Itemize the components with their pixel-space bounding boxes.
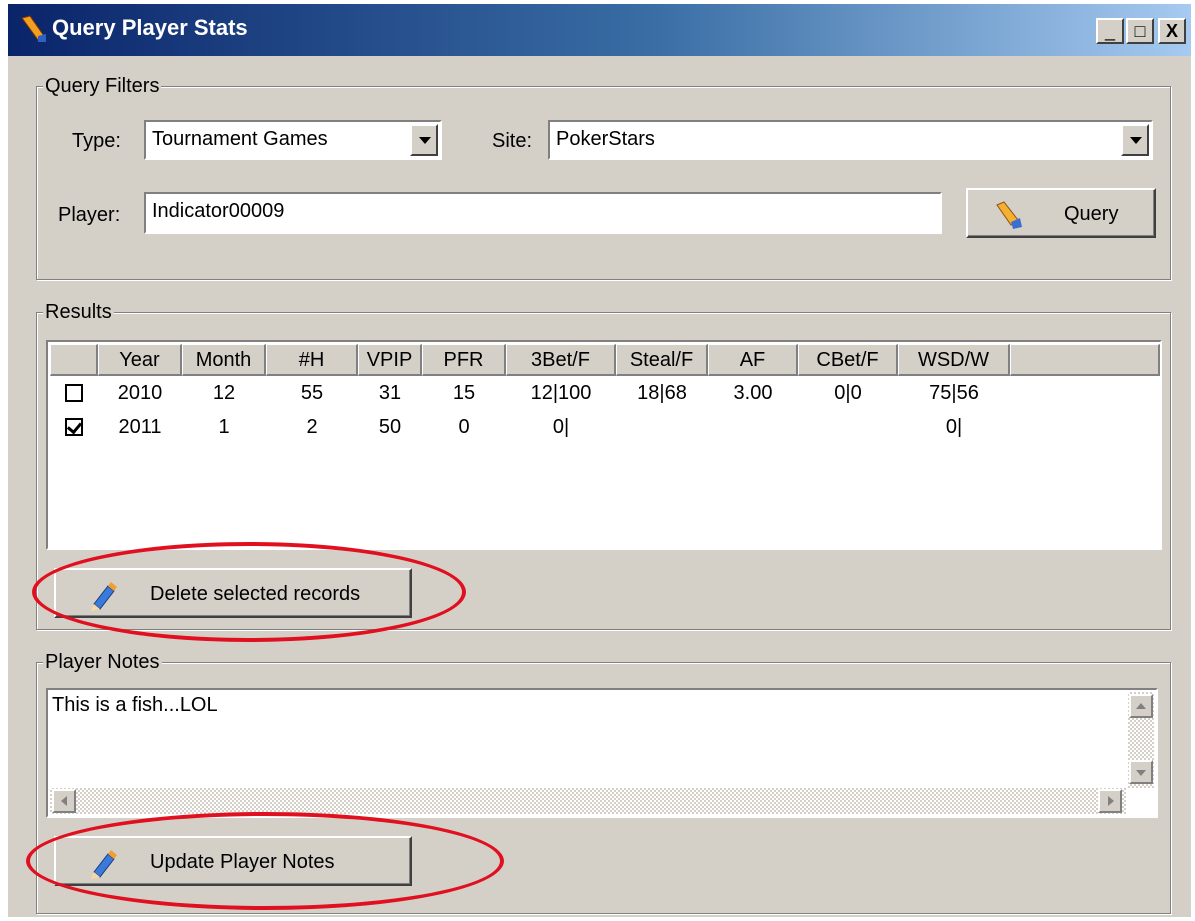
cell-wsd: 0| [945, 416, 963, 438]
results-list[interactable]: Year Month #H VPIP PFR 3Bet/F Steal/F AF… [46, 340, 1162, 550]
results-legend: Results [43, 301, 114, 324]
horizontal-scrollbar[interactable] [50, 788, 1126, 814]
cell-3bet: 12|100 [530, 382, 592, 404]
type-label: Type: [72, 130, 121, 152]
cell-month: 12 [212, 382, 236, 404]
cell-3bet: 0| [552, 416, 570, 438]
player-notes-textarea[interactable]: This is a fish...LOL [46, 688, 1158, 818]
minimize-button[interactable]: _ [1096, 18, 1124, 44]
column-header-cbet[interactable]: CBet/F [798, 344, 898, 376]
flashlight-icon [21, 15, 46, 42]
maximize-button[interactable]: □ [1126, 18, 1154, 44]
column-header-select[interactable] [50, 344, 98, 376]
annotation-ellipse-delete [32, 542, 466, 642]
column-header-af[interactable]: AF [708, 344, 798, 376]
table-row[interactable]: 2010 12 55 31 15 12|100 18|68 3.00 0|0 7… [50, 380, 1158, 408]
cell-af: 3.00 [733, 382, 773, 404]
cell-pfr: 15 [452, 382, 476, 404]
column-header-wsd[interactable]: WSD/W [898, 344, 1010, 376]
player-notes-text: This is a fish...LOL [52, 694, 218, 716]
site-select-value: PokerStars [556, 128, 655, 150]
type-select-value: Tournament Games [152, 128, 328, 150]
site-dropdown-button[interactable] [1121, 124, 1149, 156]
type-dropdown-button[interactable] [410, 124, 438, 156]
player-input-value: Indicator00009 [152, 200, 285, 222]
column-header-month[interactable]: Month [182, 344, 266, 376]
type-select[interactable]: Tournament Games [144, 120, 442, 160]
scroll-down-button[interactable] [1129, 760, 1153, 784]
site-select[interactable]: PokerStars [548, 120, 1153, 160]
scroll-right-button[interactable] [1098, 789, 1122, 813]
table-row[interactable]: 2011 1 2 50 0 0| 0| [50, 414, 1158, 442]
cell-wsd: 75|56 [929, 382, 979, 404]
cell-year: 2011 [118, 416, 162, 438]
player-input[interactable]: Indicator00009 [144, 192, 942, 234]
title-bar[interactable]: Query Player Stats _ □ X [8, 4, 1191, 56]
column-header-pfr[interactable]: PFR [422, 344, 506, 376]
cell-hands: 55 [300, 382, 324, 404]
scroll-left-button[interactable] [52, 789, 76, 813]
query-button-label: Query [1064, 203, 1119, 225]
cell-year: 2010 [117, 382, 163, 404]
row-checkbox[interactable] [65, 384, 83, 402]
cell-pfr: 0 [458, 416, 470, 438]
results-header: Year Month #H VPIP PFR 3Bet/F Steal/F AF… [50, 344, 1160, 376]
close-button[interactable]: X [1158, 18, 1186, 44]
cell-vpip: 50 [378, 416, 402, 438]
site-label: Site: [492, 130, 533, 152]
column-header-vpip[interactable]: VPIP [358, 344, 422, 376]
column-header-hands[interactable]: #H [266, 344, 358, 376]
column-header-3bet[interactable]: 3Bet/F [506, 344, 616, 376]
query-filters-group: Query Filters [36, 75, 1171, 280]
flashlight-icon [996, 201, 1022, 229]
row-checkbox[interactable] [65, 418, 83, 436]
cell-hands: 2 [306, 416, 318, 438]
player-label: Player: [58, 204, 121, 226]
column-header-steal[interactable]: Steal/F [616, 344, 708, 376]
scroll-up-button[interactable] [1129, 694, 1153, 718]
cell-cbet: 0|0 [834, 382, 862, 404]
annotation-ellipse-update [26, 812, 504, 910]
cell-steal: 18|68 [637, 382, 687, 404]
query-button[interactable]: Query [966, 188, 1156, 238]
column-header-filler [1010, 344, 1160, 376]
cell-vpip: 31 [378, 382, 402, 404]
column-header-year[interactable]: Year [98, 344, 182, 376]
cell-month: 1 [218, 416, 230, 438]
player-notes-legend: Player Notes [43, 651, 162, 674]
window-title: Query Player Stats [52, 15, 248, 40]
query-filters-legend: Query Filters [43, 75, 162, 98]
